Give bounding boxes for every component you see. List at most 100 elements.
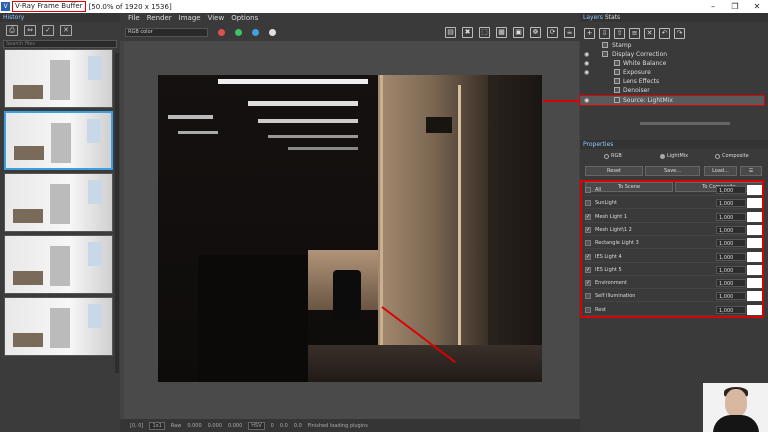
layer-display-correction[interactable]: ◉ Display Correction: [580, 50, 764, 59]
save-layer-icon[interactable]: ⇧: [614, 27, 625, 39]
maximize-button[interactable]: ❐: [724, 0, 746, 13]
history-scrollbar[interactable]: [115, 53, 119, 373]
menu-view[interactable]: View: [208, 13, 225, 23]
light-color-swatch[interactable]: [747, 264, 762, 275]
menu-file[interactable]: File: [128, 13, 140, 23]
tab-layers[interactable]: Layers: [583, 13, 603, 22]
mode-lightmix-radio[interactable]: LightMix: [660, 153, 688, 159]
menu-options[interactable]: Options: [231, 13, 258, 23]
history-thumb-3[interactable]: [4, 173, 113, 232]
light-checkbox[interactable]: [585, 240, 591, 247]
status-bar: [0, 0] 1x1 Raw 0.000 0.000 0.000 HSV 0 0…: [120, 419, 580, 432]
load-layer-icon[interactable]: ⇩: [599, 27, 610, 39]
layer-stamp[interactable]: Stamp: [580, 41, 764, 50]
red-channel-dot[interactable]: [218, 28, 225, 36]
zoom-mode-select[interactable]: 1x1: [149, 421, 165, 430]
light-intensity-input[interactable]: 1,000: [716, 212, 746, 221]
coords-readout: [0, 0]: [130, 422, 144, 429]
light-color-swatch[interactable]: [747, 224, 762, 235]
clear-image-icon[interactable]: ✖: [462, 27, 473, 38]
eye-icon[interactable]: ◉: [584, 59, 589, 68]
light-intensity-input[interactable]: 1,000: [716, 265, 746, 274]
light-checkbox[interactable]: [585, 187, 591, 193]
light-intensity-input[interactable]: 1,000: [716, 252, 746, 261]
light-checkbox[interactable]: ✓: [585, 266, 591, 273]
light-checkbox[interactable]: ✓: [585, 253, 591, 260]
render-region-icon[interactable]: ▣: [513, 27, 524, 38]
layer-icon: [614, 97, 620, 103]
close-button[interactable]: ✕: [746, 0, 768, 13]
layer-icon: [614, 87, 620, 93]
eye-icon[interactable]: ◉: [584, 50, 589, 59]
load-button[interactable]: Load...: [704, 166, 737, 176]
light-checkbox[interactable]: ✓: [585, 226, 591, 233]
history-search-input[interactable]: Search files: [3, 40, 117, 48]
save-button[interactable]: Save...: [645, 166, 700, 176]
light-name: Mesh Light 1: [595, 213, 628, 220]
light-intensity-input[interactable]: 1,000: [716, 186, 746, 194]
track-mouse-icon[interactable]: ▦: [496, 27, 507, 38]
render-icon[interactable]: ☸: [530, 27, 541, 38]
layer-denoiser[interactable]: Denoiser: [580, 86, 764, 95]
webcam-overlay: [703, 383, 768, 432]
light-checkbox[interactable]: [585, 293, 591, 300]
light-color-swatch[interactable]: [747, 185, 762, 195]
light-color-swatch[interactable]: [747, 198, 762, 209]
alpha-channel-dot[interactable]: [269, 28, 276, 36]
mode-rgb-radio[interactable]: RGB: [604, 153, 622, 159]
light-intensity-input[interactable]: 1,000: [716, 239, 746, 248]
menu-render[interactable]: Render: [147, 13, 172, 23]
minimize-button[interactable]: –: [702, 0, 724, 13]
light-color-swatch[interactable]: [747, 251, 762, 262]
light-color-swatch[interactable]: [747, 278, 762, 289]
layer-lens-effects[interactable]: Lens Effects: [580, 77, 764, 86]
delete-layer-icon[interactable]: ✕: [644, 27, 655, 39]
light-checkbox[interactable]: ✓: [585, 280, 591, 287]
list-options-button[interactable]: ☰: [740, 166, 762, 176]
light-checkbox[interactable]: [585, 306, 591, 313]
light-checkbox[interactable]: ✓: [585, 213, 591, 220]
light-color-swatch[interactable]: [747, 304, 762, 315]
light-intensity-input[interactable]: 1,000: [716, 305, 746, 314]
channel-select[interactable]: RGB color: [125, 27, 208, 37]
reset-button[interactable]: Reset: [585, 166, 643, 176]
light-color-swatch[interactable]: [747, 211, 762, 222]
add-layer-icon[interactable]: +: [584, 27, 595, 39]
light-intensity-input[interactable]: 1,000: [716, 199, 746, 208]
color-mode-select[interactable]: HSV: [248, 421, 265, 430]
teapot-render-icon[interactable]: ☕: [564, 27, 575, 38]
load-history-icon[interactable]: ✓: [42, 25, 54, 36]
compare-ab-icon[interactable]: ⇔: [24, 25, 36, 36]
tab-stats[interactable]: Stats: [605, 13, 620, 22]
light-checkbox[interactable]: [585, 200, 591, 207]
mode-composite-radio[interactable]: Composite: [715, 153, 749, 159]
light-intensity-input[interactable]: 1,000: [716, 279, 746, 288]
menu-image[interactable]: Image: [179, 13, 201, 23]
history-thumb-1[interactable]: [4, 49, 113, 108]
interactive-render-icon[interactable]: ⟳: [547, 27, 558, 38]
region-render-icon[interactable]: ⬚: [479, 27, 490, 38]
layer-source-lightmix[interactable]: ◉ Source: LightMix: [579, 95, 765, 106]
light-color-swatch[interactable]: [747, 291, 762, 302]
layer-exposure[interactable]: ◉ Exposure: [580, 68, 764, 77]
layers-scrollbar[interactable]: [640, 122, 730, 125]
history-thumb-5[interactable]: [4, 297, 113, 356]
history-thumb-2[interactable]: [4, 111, 113, 170]
light-color-swatch[interactable]: [747, 238, 762, 249]
green-channel-dot[interactable]: [235, 28, 242, 36]
blue-channel-dot[interactable]: [252, 28, 259, 36]
undo-icon[interactable]: ↶: [659, 27, 670, 39]
redo-icon[interactable]: ↷: [674, 27, 685, 39]
history-thumb-4[interactable]: [4, 235, 113, 294]
eye-icon[interactable]: ◉: [584, 96, 589, 105]
save-image-icon[interactable]: ▤: [445, 27, 456, 38]
clear-history-icon[interactable]: ✕: [60, 25, 72, 36]
layer-presets-icon[interactable]: ≡: [629, 27, 640, 39]
lightmix-row: ✓ IES Light 5 1,000: [585, 264, 762, 276]
eye-icon[interactable]: ◉: [584, 68, 589, 77]
save-history-icon[interactable]: ⎙: [6, 25, 18, 36]
layer-white-balance[interactable]: ◉ White Balance: [580, 59, 764, 68]
light-intensity-input[interactable]: 1,000: [716, 292, 746, 301]
layer-label: Source: LightMix: [623, 97, 673, 104]
light-intensity-input[interactable]: 1,000: [716, 225, 746, 234]
